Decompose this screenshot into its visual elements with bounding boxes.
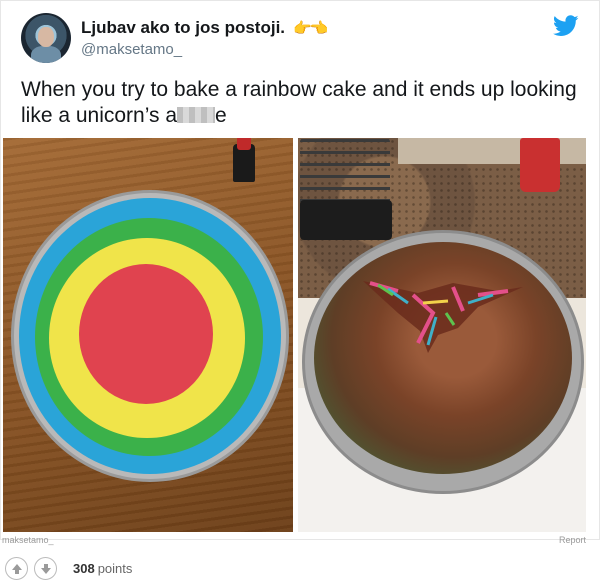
tweet-text-main: When you try to bake a rainbow cake and … — [21, 78, 577, 127]
avatar[interactable] — [21, 13, 71, 63]
report-link[interactable]: Report — [559, 535, 586, 545]
upvote-button[interactable] — [5, 557, 28, 580]
vote-bar: 308 points — [0, 554, 600, 583]
points-count: 308 points — [73, 561, 132, 576]
tweet-card: Ljubav ako to jos postoji. 👉👈 @maksetamo… — [0, 0, 600, 540]
cake-crack — [363, 281, 523, 353]
avatar-body — [31, 46, 61, 63]
avatar-face — [38, 27, 54, 47]
dish-rack-base — [300, 200, 392, 240]
photo-credit: maksetamo_ — [2, 535, 54, 545]
censor-pixelation — [177, 107, 216, 123]
name-row: Ljubav ako to jos postoji. 👉👈 — [81, 17, 328, 39]
batter-ring-red — [79, 264, 213, 404]
user-handle[interactable]: @maksetamo_ — [81, 41, 182, 58]
rainbow-batter-photo[interactable] — [3, 138, 293, 532]
red-cup — [520, 138, 560, 192]
arrow-down-icon — [40, 563, 51, 574]
downvote-button[interactable] — [34, 557, 57, 580]
bottle-cap — [237, 138, 251, 150]
arrow-up-icon — [11, 563, 22, 574]
points-label: points — [97, 561, 133, 576]
points-value: 308 — [73, 561, 95, 576]
baked-cake-photo[interactable] — [298, 138, 586, 532]
twitter-bird-icon[interactable] — [553, 15, 579, 37]
tweet-text: When you try to bake a rainbow cake and … — [21, 77, 581, 129]
tweet-text-tail: e — [215, 104, 227, 127]
display-name[interactable]: Ljubav ako to jos postoji. — [81, 18, 285, 38]
pointing-fingers-emoji: 👉👈 — [293, 20, 328, 37]
